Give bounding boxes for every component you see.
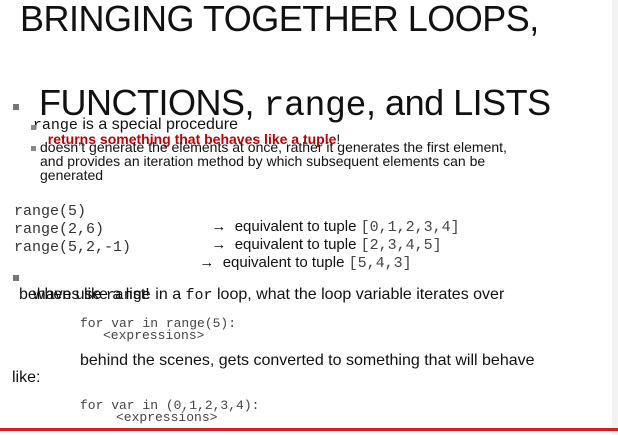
scrollbar-track bbox=[612, 0, 618, 435]
code-snippet-1-line-2: <expressions> bbox=[103, 328, 205, 343]
code-snippet-2-line-2: <expressions> bbox=[116, 410, 218, 425]
sub-bullet-generate-3: generated bbox=[40, 167, 104, 183]
example-desc-3: → equivalent to tuple [5,4,3] bbox=[191, 237, 411, 272]
loop-text: loop, what the loop variable iterates ov… bbox=[212, 286, 505, 303]
bullet-marker bbox=[13, 104, 19, 110]
example-code-3: range(5,2,-1) bbox=[14, 239, 132, 256]
title-text-end: , and LISTS bbox=[366, 82, 551, 123]
loop-bullet-line-2: behaves like a list! bbox=[19, 286, 150, 303]
loop-code-for: for bbox=[185, 287, 213, 304]
progress-line bbox=[0, 428, 618, 431]
example-code-2: range(2,6) bbox=[14, 221, 105, 238]
behind-scenes-text: behind the scenes, gets converted to som… bbox=[80, 352, 535, 369]
sub-bullet-marker bbox=[31, 146, 36, 151]
loop-text: in a bbox=[150, 286, 186, 303]
sub-bullet-generate-2: and provides an iteration method by whic… bbox=[40, 153, 486, 169]
bullet-marker bbox=[13, 275, 19, 281]
sub-bullet-marker bbox=[31, 125, 36, 130]
behind-scenes-text-2: like: bbox=[12, 369, 41, 386]
example-code-1: range(5) bbox=[14, 203, 87, 220]
title-line-1: BRINGING TOGETHER LOOPS, bbox=[20, 0, 539, 39]
